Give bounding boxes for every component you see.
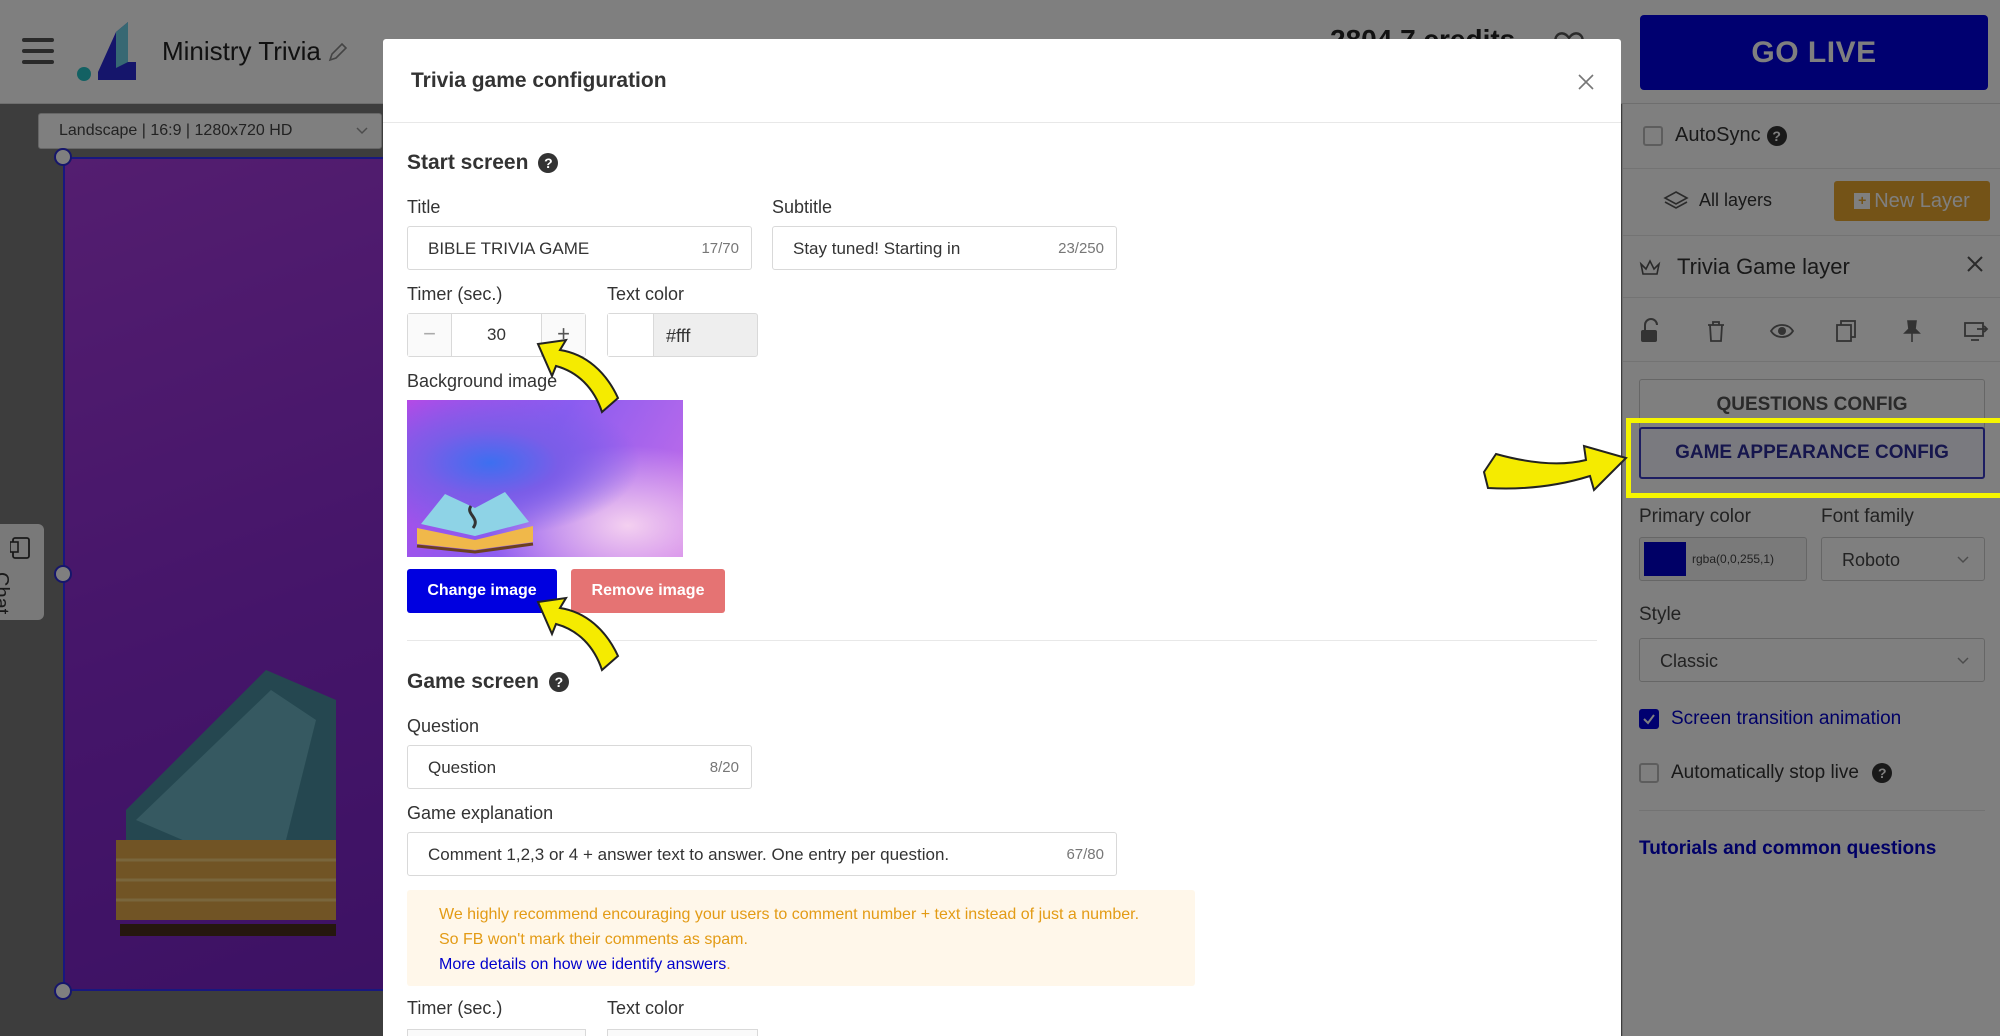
question-input[interactable]: Question 8/20 xyxy=(407,745,752,789)
trivia-config-modal: Trivia game configuration Start screen? … xyxy=(383,39,1621,1036)
game-timer-label: Timer (sec.) xyxy=(407,998,503,1018)
subtitle-label: Subtitle xyxy=(772,197,833,217)
title-input-value: BIBLE TRIVIA GAME xyxy=(428,239,590,258)
start-screen-heading-text: Start screen xyxy=(407,151,529,174)
title-label: Title xyxy=(407,197,441,217)
annotation-arrow-icon xyxy=(536,596,620,672)
help-icon[interactable]: ? xyxy=(548,672,569,693)
subtitle-input-value: Stay tuned! Starting in xyxy=(793,239,961,258)
close-icon[interactable] xyxy=(1577,73,1595,91)
text-color-picker[interactable]: #fff xyxy=(607,313,758,357)
game-screen-heading-text: Game screen xyxy=(407,670,539,693)
question-char-count: 8/20 xyxy=(709,759,739,776)
background-image-preview xyxy=(407,400,683,557)
timer-decrement-button[interactable]: − xyxy=(408,314,452,356)
timer-label: Timer (sec.) xyxy=(407,284,503,304)
annotation-highlight-box xyxy=(1626,418,2000,498)
modal-title: Trivia game configuration xyxy=(411,69,667,92)
text-color-label: Text color xyxy=(607,284,685,304)
game-timer-stepper[interactable] xyxy=(407,1029,586,1036)
answer-identification-link[interactable]: More details on how we identify answers xyxy=(439,956,726,973)
game-explanation-label: Game explanation xyxy=(407,803,554,823)
title-input[interactable]: BIBLE TRIVIA GAME 17/70 xyxy=(407,226,752,270)
help-icon[interactable]: ? xyxy=(538,153,559,174)
game-text-color-label: Text color xyxy=(607,998,685,1018)
modal-header: Trivia game configuration xyxy=(383,39,1621,123)
title-char-count: 17/70 xyxy=(701,240,739,257)
open-book-icon xyxy=(416,492,534,554)
start-screen-heading: Start screen? xyxy=(407,151,559,175)
question-input-value: Question xyxy=(428,758,497,777)
subtitle-char-count: 23/250 xyxy=(1058,240,1104,257)
spam-warning-notice: We highly recommend encouraging your use… xyxy=(407,890,1195,986)
game-explanation-char-count: 67/80 xyxy=(1066,846,1104,863)
annotation-arrow-icon xyxy=(536,338,620,414)
warning-line-2: So FB won't mark their comments as spam. xyxy=(439,931,748,948)
subtitle-input[interactable]: Stay tuned! Starting in 23/250 xyxy=(772,226,1117,270)
game-explanation-input[interactable]: Comment 1,2,3 or 4 + answer text to answ… xyxy=(407,832,1117,876)
game-text-color-picker[interactable] xyxy=(607,1029,758,1036)
warning-link-period: . xyxy=(726,956,731,973)
question-label: Question xyxy=(407,716,480,736)
annotation-arrow-icon xyxy=(1482,444,1628,492)
text-color-value: #fff xyxy=(666,326,691,346)
game-explanation-value: Comment 1,2,3 or 4 + answer text to answ… xyxy=(428,845,950,864)
warning-line-1: We highly recommend encouraging your use… xyxy=(439,906,1140,923)
